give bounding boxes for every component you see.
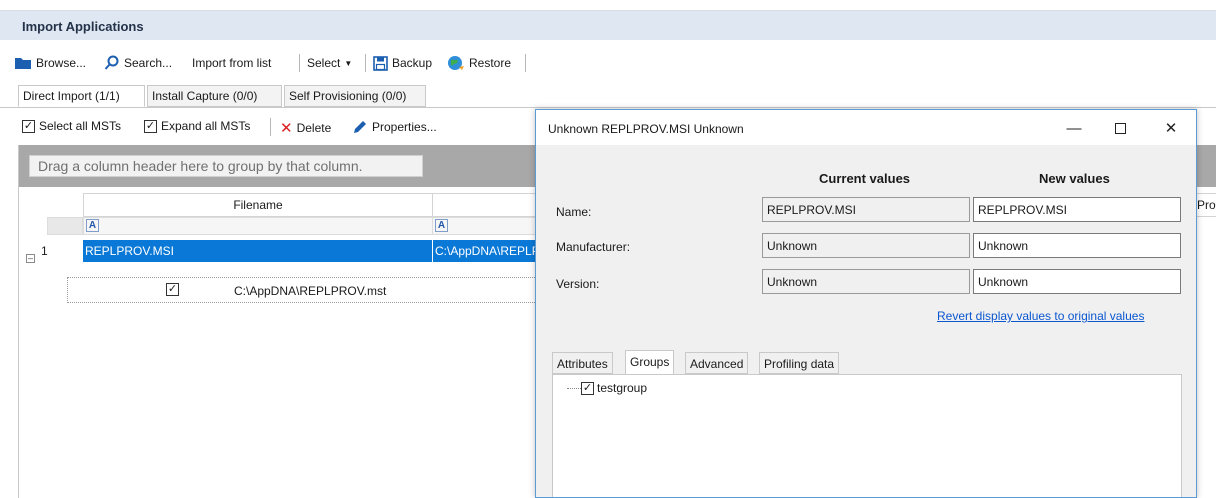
column-header-pro[interactable]: Pro [1196,193,1216,217]
select-label: Select [307,56,341,70]
name-label: Name: [556,205,592,219]
delete-button[interactable]: ✕ Delete [280,119,331,137]
checkbox-checked-icon: ✓ [144,119,157,133]
version-label: Version: [556,277,600,291]
mst-child-row[interactable]: ✓ C:\AppDNA\REPLPROV.mst [67,277,557,303]
version-current-value: Unknown [762,269,970,294]
backup-button[interactable]: Backup [373,54,432,72]
new-values-header: New values [1039,171,1110,186]
close-button[interactable]: ✕ [1156,116,1186,140]
save-icon [373,55,388,71]
toolbar-separator [525,54,526,72]
tab-self-provisioning[interactable]: Self Provisioning (0/0) [284,85,426,107]
filename-filter-cell[interactable]: A [83,217,433,235]
tab-advanced[interactable]: Advanced [685,352,749,374]
import-from-list-button[interactable]: Import from list [192,54,271,72]
manufacturer-new-input[interactable]: Unknown [973,233,1181,258]
tab-attributes[interactable]: Attributes [552,352,613,374]
mst-checkbox[interactable]: ✓ [166,283,179,296]
restore-button[interactable]: Restore [447,54,511,72]
current-values-header: Current values [819,171,911,186]
restore-label: Restore [469,56,512,70]
maximize-icon [1114,122,1126,134]
select-all-msts-checkbox[interactable]: ✓ Select all MSTs [22,119,121,133]
dialog-title: Unknown REPLPROV.MSI Unknown [548,122,744,136]
version-new-input[interactable]: Unknown [973,269,1181,294]
row-number: 1 [41,244,48,258]
browse-button[interactable]: Browse... [14,54,86,72]
checkbox-checked-icon: ✓ [22,119,35,133]
close-icon: ✕ [1164,120,1178,137]
toolbar-separator [365,54,366,72]
dialog-body: Current values New values Name: REPLPROV… [536,145,1196,497]
browse-label: Browse... [36,56,87,70]
pencil-icon [354,121,366,133]
toolbar-separator [270,118,271,136]
delete-x-icon: ✕ [280,120,293,137]
folder-icon [15,58,31,69]
toolbar-separator [299,54,300,72]
properties-dialog: Unknown REPLPROV.MSI Unknown — ✕ Current… [535,109,1197,498]
tab-profiling-data[interactable]: Profiling data [759,352,840,374]
tab-groups[interactable]: Groups [625,350,675,375]
group-name: testgroup [597,381,648,395]
backup-label: Backup [392,56,433,70]
search-icon [104,55,119,70]
restore-globe-icon [448,56,464,70]
groups-panel: ✓ testgroup [552,374,1182,497]
main-toolbar: Browse... Search... Import from list Sel… [0,50,1216,74]
maximize-button[interactable] [1105,116,1135,140]
title-bar: Import Applications [0,10,1216,40]
caret-down-icon: ▼ [344,58,353,68]
manufacturer-current-value: Unknown [762,233,970,258]
properties-button[interactable]: Properties... [352,119,437,135]
tab-install-capture[interactable]: Install Capture (0/0) [147,85,282,107]
row-filename-cell: REPLPROV.MSI [83,240,432,262]
group-item[interactable]: ✓ testgroup [581,381,647,395]
filter-text-icon: A [86,219,99,232]
mst-path: C:\AppDNA\REPLPROV.mst [234,284,387,298]
name-current-value: REPLPROV.MSI [762,197,970,222]
group-by-prompt: Drag a column header here to group by th… [29,155,423,177]
import-from-list-label: Import from list [192,56,272,70]
filter-text-icon: A [435,219,448,232]
column-header-filename[interactable]: Filename [83,193,433,217]
expand-all-msts-checkbox[interactable]: ✓ Expand all MSTs [144,119,250,133]
revert-values-link[interactable]: Revert display values to original values [937,309,1144,323]
collapse-row-icon[interactable]: – [26,254,35,263]
name-new-input[interactable]: REPLPROV.MSI [973,197,1181,222]
path-filter-cell[interactable]: A [432,217,552,235]
minimize-button[interactable]: — [1059,116,1089,140]
row-path-cell: C:\AppDNA\REPLPROV.MSI [433,240,541,262]
filter-row-selector [47,217,83,235]
minimize-icon: — [1066,119,1082,137]
manufacturer-label: Manufacturer: [556,240,631,254]
tab-direct-import[interactable]: Direct Import (1/1) [18,85,145,107]
column-header-path[interactable] [432,193,552,217]
search-button[interactable]: Search... [104,54,172,72]
tabs-divider [0,107,1216,108]
select-dropdown[interactable]: Select ▼ [307,54,352,72]
search-label: Search... [124,56,173,70]
tree-connector [567,388,581,389]
page-title: Import Applications [22,19,144,34]
group-checkbox[interactable]: ✓ [581,381,594,395]
